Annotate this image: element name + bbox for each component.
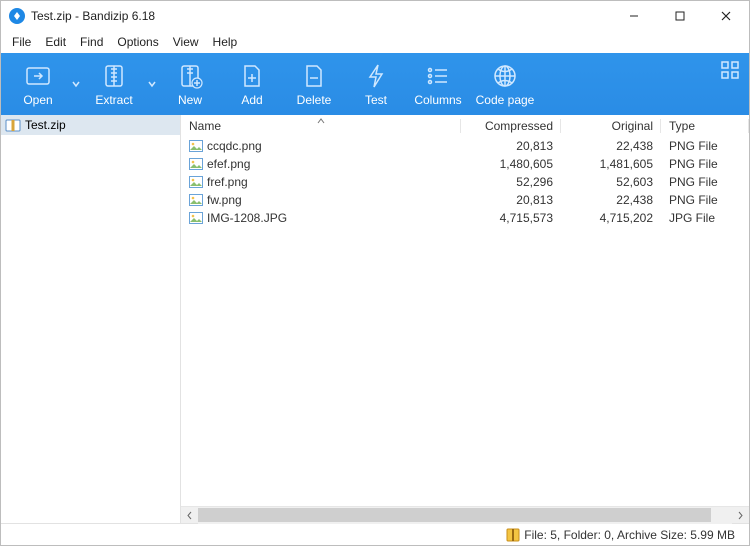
grid-icon [721,66,739,83]
image-file-icon [189,194,203,206]
titlebar: Test.zip - Bandizip 6.18 [1,1,749,31]
add-button[interactable]: Add [221,53,283,115]
archive-status-icon [502,528,524,542]
app-icon [9,8,25,24]
cell-type: PNG File [661,173,749,191]
scroll-right-icon[interactable] [732,507,749,524]
horizontal-scrollbar[interactable] [181,506,749,523]
codepage-button[interactable]: Code page [469,53,541,115]
column-type[interactable]: Type [661,115,749,137]
open-button[interactable]: Open [7,53,69,115]
cell-compressed: 20,813 [461,191,561,209]
open-icon [24,61,52,91]
view-switch-button[interactable] [721,61,739,84]
cell-name: ccqdc.png [181,137,461,155]
menu-find[interactable]: Find [73,33,110,51]
cell-type: PNG File [661,137,749,155]
image-file-icon [189,212,203,224]
test-icon [365,61,387,91]
table-row[interactable]: fref.png52,29652,603PNG File [181,173,749,191]
menu-view[interactable]: View [166,33,206,51]
columns-icon [425,61,451,91]
table-row[interactable]: efef.png1,480,6051,481,605PNG File [181,155,749,173]
archive-tree: Test.zip [1,115,181,523]
cell-original: 22,438 [561,191,661,209]
new-icon [177,61,203,91]
cell-compressed: 1,480,605 [461,155,561,173]
open-dropdown[interactable] [69,53,83,115]
cell-original: 1,481,605 [561,155,661,173]
statusbar: File: 5, Folder: 0, Archive Size: 5.99 M… [1,523,749,545]
extract-button[interactable]: Extract [83,53,145,115]
cell-compressed: 52,296 [461,173,561,191]
toolbar: Open Extract New Add [1,53,749,115]
menu-options[interactable]: Options [110,33,165,51]
status-text: File: 5, Folder: 0, Archive Size: 5.99 M… [524,528,749,542]
window-title: Test.zip - Bandizip 6.18 [31,9,155,23]
maximize-button[interactable] [657,1,703,31]
minimize-button[interactable] [611,1,657,31]
cell-original: 52,603 [561,173,661,191]
scroll-track[interactable] [198,507,732,524]
menu-help[interactable]: Help [206,33,245,51]
table-row[interactable]: IMG-1208.JPG4,715,5734,715,202JPG File [181,209,749,227]
image-file-icon [189,140,203,152]
delete-icon [302,61,326,91]
sort-asc-icon [317,115,325,127]
cell-original: 22,438 [561,137,661,155]
table-row[interactable]: ccqdc.png20,81322,438PNG File [181,137,749,155]
test-button[interactable]: Test [345,53,407,115]
extract-dropdown[interactable] [145,53,159,115]
image-file-icon [189,176,203,188]
archive-icon [5,118,21,132]
main-area: Test.zip Name Compressed [1,115,749,523]
cell-compressed: 4,715,573 [461,209,561,227]
extract-icon [100,61,128,91]
application-window: Test.zip - Bandizip 6.18 File Edit Find … [0,0,750,546]
cell-name: fref.png [181,173,461,191]
window-controls [611,1,749,31]
menu-edit[interactable]: Edit [38,33,73,51]
file-list: Name Compressed Original Type ccqdc.png2… [181,115,749,506]
cell-name: IMG-1208.JPG [181,209,461,227]
cell-compressed: 20,813 [461,137,561,155]
tree-root-label: Test.zip [25,118,66,132]
scroll-left-icon[interactable] [181,507,198,524]
close-button[interactable] [703,1,749,31]
table-row[interactable]: fw.png20,81322,438PNG File [181,191,749,209]
new-button[interactable]: New [159,53,221,115]
cell-original: 4,715,202 [561,209,661,227]
tree-root[interactable]: Test.zip [1,115,180,135]
menubar: File Edit Find Options View Help [1,31,749,53]
scroll-thumb[interactable] [198,508,711,522]
file-pane: Name Compressed Original Type ccqdc.png2… [181,115,749,523]
cell-name: efef.png [181,155,461,173]
image-file-icon [189,158,203,170]
cell-type: PNG File [661,155,749,173]
column-original[interactable]: Original [561,115,661,137]
add-icon [240,61,264,91]
cell-type: JPG File [661,209,749,227]
cell-type: PNG File [661,191,749,209]
globe-icon [492,61,518,91]
columns-button[interactable]: Columns [407,53,469,115]
column-compressed[interactable]: Compressed [461,115,561,137]
column-name[interactable]: Name [181,115,461,137]
delete-button[interactable]: Delete [283,53,345,115]
menu-file[interactable]: File [5,33,38,51]
cell-name: fw.png [181,191,461,209]
